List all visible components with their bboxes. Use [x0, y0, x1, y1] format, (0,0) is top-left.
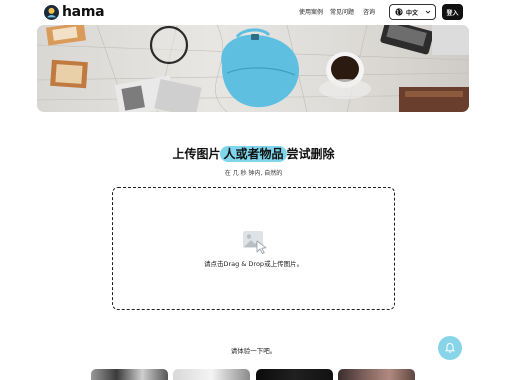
image-upload-icon	[243, 231, 267, 254]
notification-button[interactable]	[438, 336, 462, 360]
nav-contact[interactable]: 咨询	[363, 7, 375, 16]
top-header: hama 使用案例 常见问题 咨询 中文 登入	[0, 0, 507, 24]
login-button[interactable]: 登入	[442, 4, 463, 20]
upload-dropzone[interactable]: 请点击Drag & Drop或上传图片。	[112, 187, 395, 310]
sample-image-2[interactable]	[173, 369, 250, 380]
headline-highlight: 人或者物品	[220, 146, 287, 162]
hero-illustration	[37, 25, 469, 112]
logo-icon	[44, 4, 59, 20]
nav-faq[interactable]: 常见问题	[330, 7, 354, 16]
sample-image-3[interactable]	[256, 369, 333, 380]
globe-icon	[395, 8, 403, 16]
logo-text: hama	[62, 4, 105, 20]
nav-use-cases[interactable]: 使用案例	[299, 7, 323, 16]
try-samples-label: 请体验一下吧。	[230, 347, 277, 355]
dropzone-text: 请点击Drag & Drop或上传图片。	[203, 260, 304, 268]
language-label: 中文	[406, 9, 419, 17]
headline-part-2: 尝试删除	[286, 147, 335, 161]
language-select[interactable]: 中文	[389, 4, 436, 20]
chevron-down-icon	[425, 10, 431, 14]
subtitle: 在 几 秒 钟内, 自然的	[224, 170, 283, 177]
hero-image	[37, 25, 469, 112]
page-title: 上传图片 人或者物品 尝试删除	[0, 145, 507, 162]
logo[interactable]: hama	[44, 4, 105, 20]
sample-image-4[interactable]	[338, 369, 415, 380]
headline-part-1: 上传图片	[172, 147, 221, 161]
bell-icon	[444, 342, 456, 353]
sample-image-1[interactable]	[91, 369, 168, 380]
